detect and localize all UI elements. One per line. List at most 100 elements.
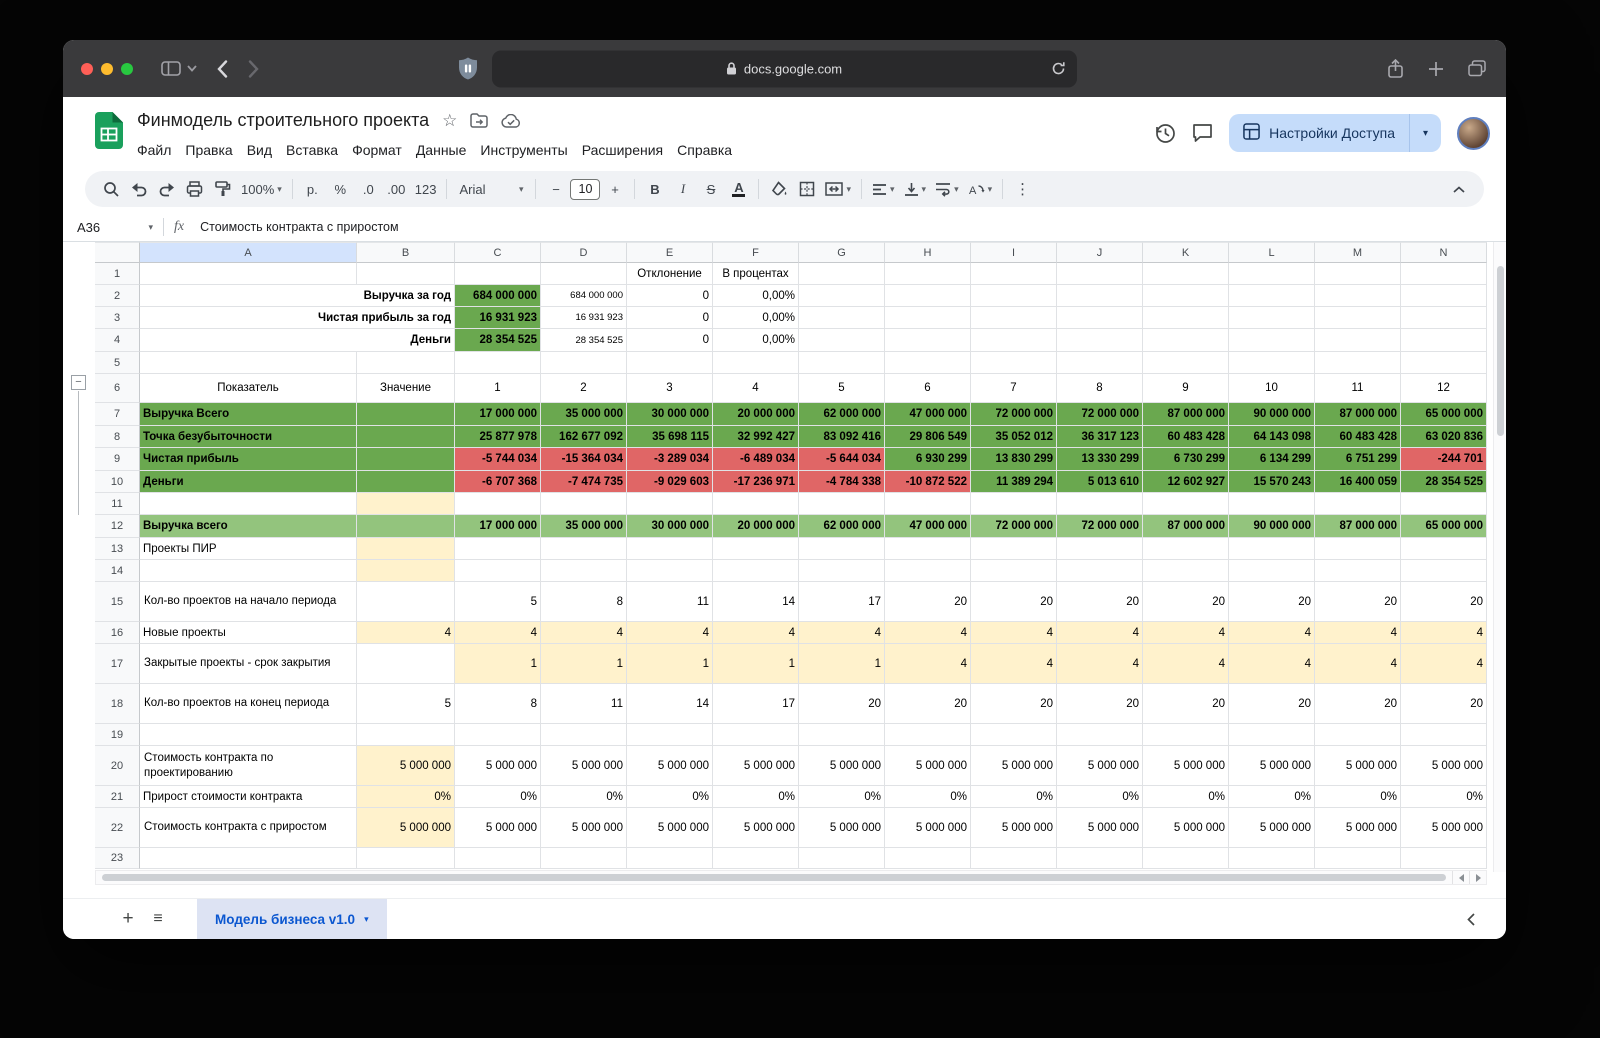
cell-L8[interactable]: 64 143 098: [1229, 426, 1315, 448]
cell-F5[interactable]: [713, 352, 799, 374]
cell-I20[interactable]: 5 000 000: [971, 746, 1057, 786]
cell-M13[interactable]: [1315, 538, 1401, 560]
cell-G3[interactable]: [799, 307, 885, 329]
cell-E7[interactable]: 30 000 000: [627, 403, 713, 426]
cell-G20[interactable]: 5 000 000: [799, 746, 885, 786]
cell-H9[interactable]: 6 930 299: [885, 448, 971, 471]
row-header-3[interactable]: 3: [95, 307, 140, 329]
cell-M21[interactable]: 0%: [1315, 786, 1401, 808]
cell-N7[interactable]: 65 000 000: [1401, 403, 1487, 426]
cell-N20[interactable]: 5 000 000: [1401, 746, 1487, 786]
cell-H18[interactable]: 20: [885, 684, 971, 724]
cell-N4[interactable]: [1401, 329, 1487, 352]
sheet-tab-menu-icon[interactable]: ▾: [364, 914, 369, 925]
cell-E1[interactable]: Отклонение: [627, 263, 713, 285]
cell-E3[interactable]: 0: [627, 307, 713, 329]
cell-N5[interactable]: [1401, 352, 1487, 374]
menu-item-8[interactable]: Расширения: [575, 140, 670, 160]
cell-A1[interactable]: [140, 263, 357, 285]
cell-B6[interactable]: Значение: [357, 374, 455, 403]
row-header-4[interactable]: 4: [95, 329, 140, 352]
add-sheet-button[interactable]: +: [113, 904, 143, 934]
row-header-16[interactable]: 16: [95, 622, 140, 644]
cell-D1[interactable]: [541, 263, 627, 285]
cell-A9[interactable]: Чистая прибыль: [140, 448, 357, 471]
cell-K16[interactable]: 4: [1143, 622, 1229, 644]
cell-D5[interactable]: [541, 352, 627, 374]
print-icon[interactable]: [181, 176, 208, 203]
cell-A8[interactable]: Точка безубыточности: [140, 426, 357, 448]
cell-B19[interactable]: [357, 724, 455, 746]
cell-I8[interactable]: 35 052 012: [971, 426, 1057, 448]
menu-item-9[interactable]: Справка: [670, 140, 739, 160]
cell-I6[interactable]: 7: [971, 374, 1057, 403]
cell-N8[interactable]: 63 020 836: [1401, 426, 1487, 448]
version-history-icon[interactable]: [1153, 123, 1176, 144]
cell-I3[interactable]: [971, 307, 1057, 329]
cell-E19[interactable]: [627, 724, 713, 746]
cell-N16[interactable]: 4: [1401, 622, 1487, 644]
cell-J1[interactable]: [1057, 263, 1143, 285]
row-header-2[interactable]: 2: [95, 285, 140, 307]
row-header-12[interactable]: 12: [95, 515, 140, 538]
cell-M17[interactable]: 4: [1315, 644, 1401, 684]
cell-C23[interactable]: [455, 848, 541, 869]
name-box[interactable]: A36 ▾: [77, 220, 163, 235]
cell-D16[interactable]: 4: [541, 622, 627, 644]
undo-icon[interactable]: [125, 176, 152, 203]
cell-C17[interactable]: 1: [455, 644, 541, 684]
cell-D3[interactable]: 16 931 923: [541, 307, 627, 329]
redo-icon[interactable]: [153, 176, 180, 203]
cell-B15[interactable]: [357, 582, 455, 622]
cell-E6[interactable]: 3: [627, 374, 713, 403]
cell-K13[interactable]: [1143, 538, 1229, 560]
cell-G11[interactable]: [799, 493, 885, 515]
cell-D6[interactable]: 2: [541, 374, 627, 403]
row-header-20[interactable]: 20: [95, 746, 140, 786]
format-percent-button[interactable]: %: [327, 176, 354, 203]
cell-L5[interactable]: [1229, 352, 1315, 374]
cell-F16[interactable]: 4: [713, 622, 799, 644]
sheets-logo-icon[interactable]: [95, 112, 123, 154]
cell-H6[interactable]: 6: [885, 374, 971, 403]
share-page-icon[interactable]: [1387, 59, 1404, 79]
cell-D22[interactable]: 5 000 000: [541, 808, 627, 848]
cell-H12[interactable]: 47 000 000: [885, 515, 971, 538]
cell-E8[interactable]: 35 698 115: [627, 426, 713, 448]
cell-F13[interactable]: [713, 538, 799, 560]
cell-B21[interactable]: 0%: [357, 786, 455, 808]
cell-L18[interactable]: 20: [1229, 684, 1315, 724]
new-tab-icon[interactable]: [1428, 61, 1444, 77]
cell-C1[interactable]: [455, 263, 541, 285]
cell-C5[interactable]: [455, 352, 541, 374]
cell-M3[interactable]: [1315, 307, 1401, 329]
cell-H21[interactable]: 0%: [885, 786, 971, 808]
cell-M4[interactable]: [1315, 329, 1401, 352]
cell-N14[interactable]: [1401, 560, 1487, 582]
cell-E18[interactable]: 14: [627, 684, 713, 724]
format-currency-button[interactable]: р.: [299, 176, 326, 203]
cell-C8[interactable]: 25 877 978: [455, 426, 541, 448]
cell-J18[interactable]: 20: [1057, 684, 1143, 724]
cell-A7[interactable]: Выручка Всего: [140, 403, 357, 426]
cell-K1[interactable]: [1143, 263, 1229, 285]
cell-B16[interactable]: 4: [357, 622, 455, 644]
cell-N23[interactable]: [1401, 848, 1487, 869]
cell-M11[interactable]: [1315, 493, 1401, 515]
cell-J7[interactable]: 72 000 000: [1057, 403, 1143, 426]
cell-E4[interactable]: 0: [627, 329, 713, 352]
cell-G16[interactable]: 4: [799, 622, 885, 644]
increase-font-size-button[interactable]: +: [601, 176, 628, 203]
row-header-14[interactable]: 14: [95, 560, 140, 582]
cell-L7[interactable]: 90 000 000: [1229, 403, 1315, 426]
cell-K11[interactable]: [1143, 493, 1229, 515]
cell-B11[interactable]: [357, 493, 455, 515]
cell-G1[interactable]: [799, 263, 885, 285]
cell-G7[interactable]: 62 000 000: [799, 403, 885, 426]
cell-L2[interactable]: [1229, 285, 1315, 307]
row-header-22[interactable]: 22: [95, 808, 140, 848]
cell-H20[interactable]: 5 000 000: [885, 746, 971, 786]
cell-C22[interactable]: 5 000 000: [455, 808, 541, 848]
cell-F4[interactable]: 0,00%: [713, 329, 799, 352]
scroll-right-button[interactable]: [1469, 871, 1486, 884]
